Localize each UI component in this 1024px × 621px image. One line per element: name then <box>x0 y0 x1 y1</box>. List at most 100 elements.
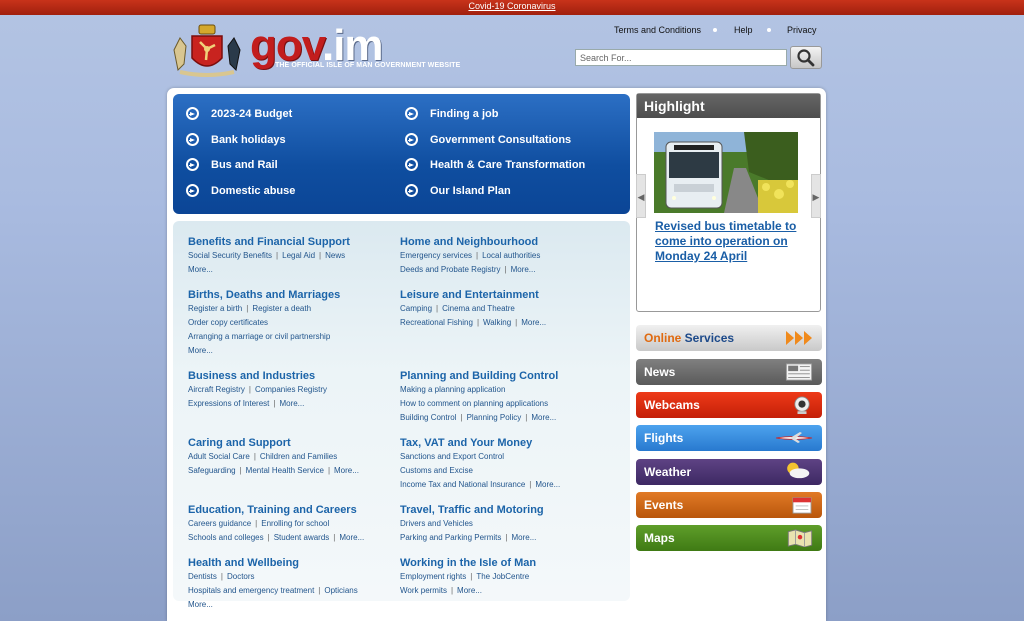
carousel-next-button[interactable]: ▶ <box>811 174 821 218</box>
topic-link[interactable]: Local authorities <box>482 251 540 260</box>
separator-dot <box>713 28 717 32</box>
topic-link[interactable]: More... <box>531 413 556 422</box>
topic-link[interactable]: Deeds and Probate Registry <box>400 265 501 274</box>
topic-link[interactable]: More... <box>188 346 213 355</box>
quick-link[interactable]: 2023-24 Budget <box>186 107 292 120</box>
topic-link[interactable]: Hospitals and emergency treatment <box>188 586 314 595</box>
quick-link[interactable]: Our Island Plan <box>405 184 511 197</box>
topic-link[interactable]: Walking <box>483 318 511 327</box>
topic-title[interactable]: Business and Industries <box>188 369 388 383</box>
topic-link[interactable]: More... <box>535 480 560 489</box>
logo-tagline: THE OFFICIAL ISLE OF MAN GOVERNMENT WEBS… <box>275 62 461 69</box>
topic-title[interactable]: Leisure and Entertainment <box>400 288 600 302</box>
topic-title[interactable]: Births, Deaths and Marriages <box>188 288 388 302</box>
topic-title[interactable]: Benefits and Financial Support <box>188 235 388 249</box>
topic-title[interactable]: Tax, VAT and Your Money <box>400 436 600 450</box>
help-link[interactable]: Help <box>734 25 753 35</box>
topic-link[interactable]: Camping <box>400 304 432 313</box>
topic-title[interactable]: Education, Training and Careers <box>188 503 388 517</box>
topic-link-row: Careers guidance | Enrolling for school <box>188 517 388 531</box>
covid-alert-link[interactable]: Covid-19 Coronavirus <box>468 1 555 11</box>
topic-title[interactable]: Home and Neighbourhood <box>400 235 600 249</box>
topic-link[interactable]: Safeguarding <box>188 466 236 475</box>
topic-link[interactable]: Drivers and Vehicles <box>400 519 473 528</box>
topic-link[interactable]: Schools and colleges <box>188 533 264 542</box>
quick-link[interactable]: Finding a job <box>405 107 498 120</box>
topic-link[interactable]: Customs and Excise <box>400 466 473 475</box>
topic-link[interactable]: How to comment on planning applications <box>400 399 548 408</box>
topic-title[interactable]: Travel, Traffic and Motoring <box>400 503 600 517</box>
topic-link[interactable]: More... <box>188 600 213 609</box>
topic-link[interactable]: Register a death <box>252 304 311 313</box>
quick-link[interactable]: Health & Care Transformation <box>405 158 585 171</box>
topic-link[interactable]: Employment rights <box>400 572 466 581</box>
topic-link-row: Arranging a marriage or civil partnershi… <box>188 330 388 344</box>
topic-link[interactable]: Companies Registry <box>255 385 327 394</box>
weather-button[interactable]: Weather <box>636 459 822 485</box>
topic-link[interactable]: Doctors <box>227 572 255 581</box>
topic-link[interactable]: More... <box>521 318 546 327</box>
topic-link[interactable]: Income Tax and National Insurance <box>400 480 525 489</box>
highlight-link[interactable]: Revised bus timetable to come into opera… <box>655 219 805 264</box>
quick-link[interactable]: Bus and Rail <box>186 158 278 171</box>
search-input[interactable]: Search For... <box>575 49 787 66</box>
topic-link[interactable]: Sanctions and Export Control <box>400 452 504 461</box>
topic-title[interactable]: Planning and Building Control <box>400 369 600 383</box>
topic-link[interactable]: Work permits <box>400 586 447 595</box>
search-button[interactable] <box>790 46 822 69</box>
topic-link[interactable]: Opticians <box>324 586 357 595</box>
topic-link[interactable]: Adult Social Care <box>188 452 250 461</box>
online-services-button[interactable]: Online Services <box>636 325 822 351</box>
bus-photo[interactable] <box>654 132 798 213</box>
carousel-prev-button[interactable]: ◀ <box>636 174 646 218</box>
quick-link[interactable]: Government Consultations <box>405 133 571 146</box>
topic-link[interactable]: News <box>325 251 345 260</box>
flights-button[interactable]: Flights <box>636 425 822 451</box>
topic-link[interactable]: Dentists <box>188 572 217 581</box>
quick-link[interactable]: Domestic abuse <box>186 184 295 197</box>
topic-link[interactable]: Cinema and Theatre <box>442 304 515 313</box>
link-separator: | <box>476 251 479 260</box>
topic-link[interactable]: More... <box>279 399 304 408</box>
link-separator: | <box>450 586 454 595</box>
topic-link[interactable]: Arranging a marriage or civil partnershi… <box>188 332 330 341</box>
quick-link[interactable]: Bank holidays <box>186 133 286 146</box>
maps-button[interactable]: Maps <box>636 525 822 551</box>
topic-link[interactable]: More... <box>511 533 536 542</box>
topic-link[interactable]: Careers guidance <box>188 519 251 528</box>
topic-link[interactable]: More... <box>457 586 482 595</box>
topic-link[interactable]: Expressions of Interest <box>188 399 269 408</box>
topic-link[interactable]: Planning Policy <box>467 413 522 422</box>
topic-link[interactable]: Building Control <box>400 413 456 422</box>
topic-link[interactable]: Children and Families <box>260 452 337 461</box>
news-button[interactable]: News <box>636 359 822 385</box>
topic-link[interactable]: Enrolling for school <box>261 519 329 528</box>
topic-link[interactable]: Mental Health Service <box>246 466 324 475</box>
webcams-button[interactable]: Webcams <box>636 392 822 418</box>
link-separator: | <box>476 318 480 327</box>
topic-link[interactable]: Making a planning application <box>400 385 505 394</box>
privacy-link[interactable]: Privacy <box>787 25 817 35</box>
terms-link[interactable]: Terms and Conditions <box>614 25 701 35</box>
topic-link[interactable]: Recreational Fishing <box>400 318 473 327</box>
topic-title[interactable]: Caring and Support <box>188 436 388 450</box>
topic-link[interactable]: More... <box>511 265 536 274</box>
topic-link[interactable]: Student awards <box>274 533 330 542</box>
topic-link[interactable]: Aircraft Registry <box>188 385 245 394</box>
topic-link[interactable]: More... <box>334 466 359 475</box>
services-label: Services <box>681 331 735 345</box>
topic-link[interactable]: Social Security Benefits <box>188 251 272 260</box>
topic-link-row: Safeguarding | Mental Health Service | More.… <box>188 464 388 478</box>
topic-link[interactable]: Order copy certificates <box>188 318 268 327</box>
topic-link[interactable]: The JobCentre <box>476 572 529 581</box>
topic-link[interactable]: Legal Aid <box>282 251 315 260</box>
topic-title[interactable]: Health and Wellbeing <box>188 556 388 570</box>
topic-link[interactable]: More... <box>339 533 364 542</box>
topic-link[interactable]: Register a birth <box>188 304 242 313</box>
topic-link[interactable]: More... <box>188 265 213 274</box>
quick-link-label: Finding a job <box>430 107 499 120</box>
events-button[interactable]: Events <box>636 492 822 518</box>
topic-link[interactable]: Emergency services <box>400 251 472 260</box>
topic-title[interactable]: Working in the Isle of Man <box>400 556 600 570</box>
topic-link[interactable]: Parking and Parking Permits <box>400 533 501 542</box>
